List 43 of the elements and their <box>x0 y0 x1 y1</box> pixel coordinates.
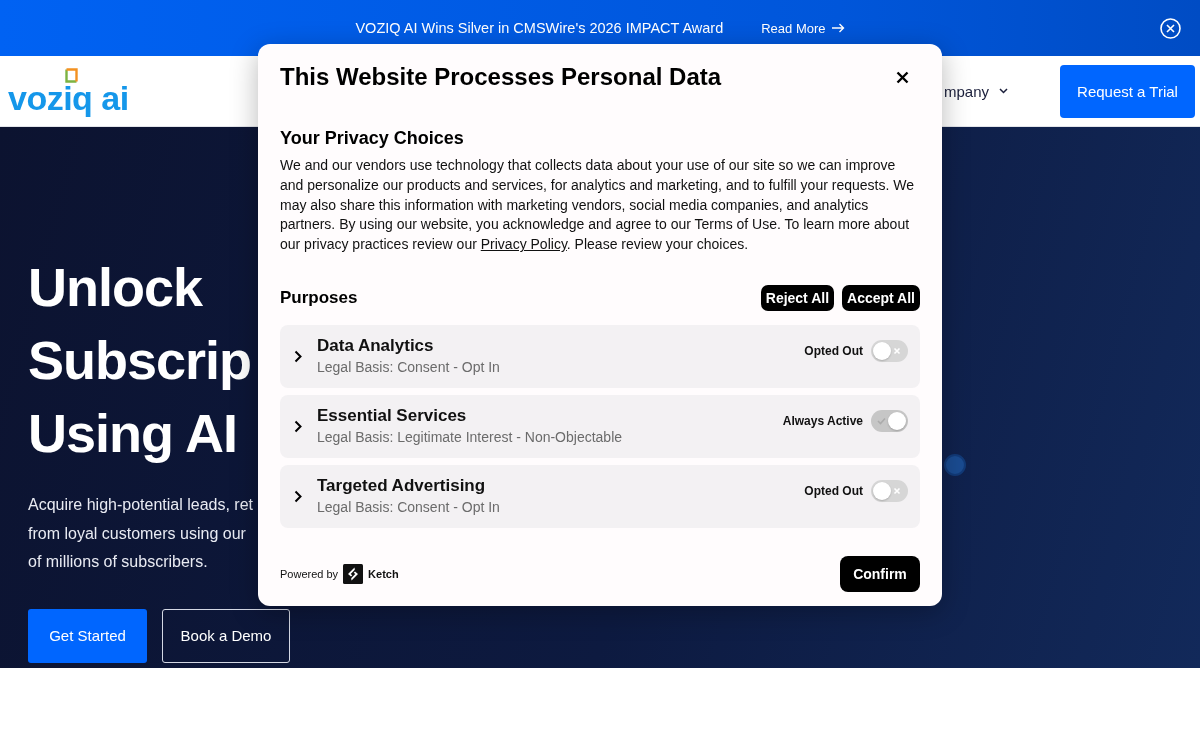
dot-icon <box>944 454 966 476</box>
book-demo-button[interactable]: Book a Demo <box>162 608 290 663</box>
privacy-policy-link[interactable]: Privacy Policy <box>480 236 567 253</box>
check-icon <box>877 417 886 425</box>
legal-basis-text: Legal Basis: Consent - Opt In <box>317 358 500 376</box>
cross-icon <box>893 487 902 495</box>
chevron-down-icon <box>999 88 1008 94</box>
purpose-title: Essential Services <box>317 405 467 426</box>
privacy-notice: We and our vendors use technology that collects data about your use of our site so we can improve and personalize our products and services, for analytics and marketing, and to fulfill your requests. We may also share this information with marketing vendors, social media companies, and analytics partners. By using our website, you acknowledge and agree to our Terms of Use. To learn more about our privacy practices review our Privacy Policy. Please review your choices. <box>280 156 915 255</box>
logo-text: voziq ai <box>8 80 129 115</box>
section-title: Your Privacy Choices <box>280 127 464 150</box>
legal-basis-text: Legal Basis: Legitimate Interest - Non-Objectable <box>317 428 623 446</box>
nav-link[interactable]: mpany <box>943 82 1008 100</box>
consent-status: Opted Out <box>804 344 863 358</box>
accept-all-button[interactable]: Accept All <box>842 285 920 311</box>
purpose-row[interactable]: Data Analytics Legal Basis: Consent - Opt In Opted Out <box>280 325 920 388</box>
get-started-button[interactable]: Get Started <box>28 608 147 663</box>
purpose-title: Data Analytics <box>317 335 434 356</box>
confirm-button[interactable]: Confirm <box>840 556 920 592</box>
hero-headline: Unlock Subscrip Using AI <box>28 256 252 465</box>
read-more-link[interactable]: Read More <box>761 20 845 36</box>
purpose-row[interactable]: Targeted Advertising Legal Basis: Consent - Opt In Opted Out <box>280 465 920 528</box>
cross-icon <box>893 347 902 355</box>
legal-basis-text: Legal Basis: Consent - Opt In <box>317 498 500 516</box>
toggle-switch[interactable] <box>871 480 908 502</box>
dialog-title: This Website Processes Personal Data <box>280 62 722 92</box>
announcement-text: VOZIQ AI Wins Silver in CMSWire's 2026 IMPACT Award <box>355 20 724 36</box>
close-icon <box>1160 17 1181 39</box>
arrow-right-icon <box>831 23 845 33</box>
purpose-title: Targeted Advertising <box>317 475 486 496</box>
close-button[interactable] <box>896 70 909 84</box>
toggle-switch[interactable] <box>871 340 908 362</box>
logo-mark-icon <box>65 67 78 83</box>
reject-all-button[interactable]: Reject All <box>760 285 835 311</box>
brand-name: Ketch <box>368 568 399 580</box>
consent-status: Opted Out <box>804 484 863 498</box>
purposes-title: Purposes <box>280 288 358 308</box>
request-trial-button[interactable]: Request a Trial <box>1060 64 1195 118</box>
logo-icon <box>343 564 364 584</box>
hero-subtitle: Acquire high-potential leads, ret from loyal customers using our of millions of subscribers. <box>28 495 254 572</box>
powered-by-text: Powered by <box>280 568 339 580</box>
close-icon <box>896 70 909 84</box>
consent-status: Always Active <box>782 414 863 428</box>
